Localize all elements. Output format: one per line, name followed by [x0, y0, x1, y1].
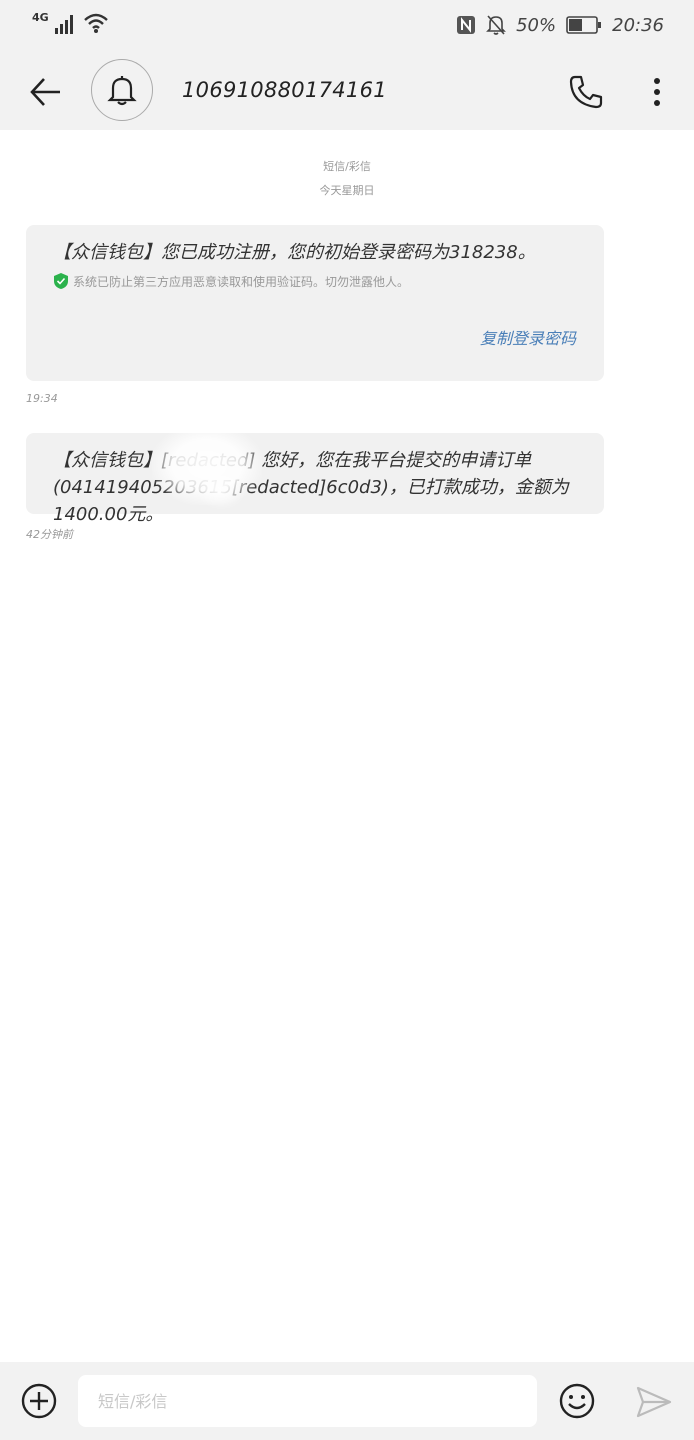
send-icon	[636, 1386, 672, 1418]
conversation-header: 短信/彩信 今天星期日	[0, 158, 694, 198]
more-options-button[interactable]	[642, 72, 672, 112]
emoji-button[interactable]	[558, 1382, 596, 1420]
add-circle-icon	[21, 1383, 57, 1419]
message-text: 【众信钱包】[redacted] 您好，您在我平台提交的申请订单(0414194…	[53, 450, 569, 525]
send-button[interactable]	[634, 1384, 674, 1420]
message-input[interactable]	[78, 1375, 537, 1427]
day-label: 今天星期日	[319, 184, 375, 197]
contact-number: 106910880174161	[182, 78, 387, 102]
battery-icon	[566, 16, 602, 34]
add-attachment-button[interactable]	[20, 1382, 58, 1420]
message-timestamp: 19:34	[26, 392, 58, 405]
security-note: 系统已防止第三方应用恶意读取和使用验证码。切勿泄露他人。	[53, 272, 576, 290]
compose-bar	[0, 1362, 694, 1440]
signal-icon	[54, 14, 77, 34]
message-text: 【众信钱包】您已成功注册，您的初始登录密码为318238。	[53, 242, 536, 263]
status-left: 4G	[32, 11, 109, 34]
security-note-text: 系统已防止第三方应用恶意读取和使用验证码。切勿泄露他人。	[73, 274, 410, 289]
status-right: 50% 20:36	[456, 14, 664, 36]
mute-icon	[486, 14, 507, 36]
status-bar: 4G 50% 20:36	[0, 0, 694, 52]
clock: 20:36	[612, 14, 664, 36]
back-arrow-icon	[30, 78, 60, 106]
call-button[interactable]	[566, 72, 606, 112]
network-type: 4G	[32, 11, 49, 24]
conversation-toolbar: 106910880174161	[0, 52, 694, 130]
contact-avatar[interactable]	[91, 59, 153, 121]
message-type-label: 短信/彩信	[323, 160, 371, 173]
message-bubble[interactable]: 【众信钱包】[redacted] 您好，您在我平台提交的申请订单(0414194…	[26, 433, 604, 525]
redaction-blur	[196, 470, 246, 510]
shield-icon	[53, 272, 69, 290]
back-button[interactable]	[24, 70, 68, 114]
copy-password-link[interactable]: 复制登录密码	[480, 325, 576, 349]
more-vertical-icon	[654, 78, 660, 106]
emoji-icon	[559, 1383, 595, 1419]
message-timestamp: 42分钟前	[26, 528, 73, 541]
wifi-icon	[83, 12, 109, 34]
battery-percent: 50%	[516, 14, 557, 36]
phone-icon	[569, 75, 603, 109]
message-bubble[interactable]: 【众信钱包】您已成功注册，您的初始登录密码为318238。 系统已防止第三方应用…	[26, 225, 604, 381]
bell-icon	[107, 76, 137, 106]
nfc-icon	[456, 15, 476, 35]
